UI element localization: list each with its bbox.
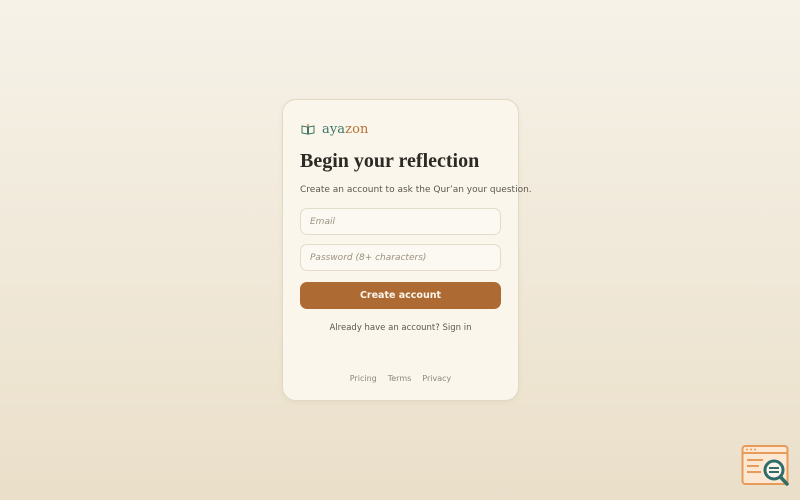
signup-card: ayazon Begin your reflection Create an a… <box>282 99 532 401</box>
signin-link[interactable]: Already have an account? Sign in <box>283 323 518 333</box>
brand-name: ayazon <box>322 122 369 137</box>
email-field[interactable] <box>301 209 500 235</box>
page-subtitle: Create an account to ask the Qur’an your… <box>300 185 532 195</box>
browser-search-icon[interactable] <box>741 444 791 488</box>
footer-links: Pricing Terms Privacy <box>283 374 518 383</box>
create-account-button[interactable]: Create account <box>300 282 501 309</box>
page-title: Begin your reflection <box>300 150 480 172</box>
email-field-wrapper <box>300 208 501 235</box>
footer-link-terms[interactable]: Terms <box>388 374 412 383</box>
brand-logo[interactable]: ayazon <box>301 120 369 139</box>
open-book-icon <box>301 120 315 139</box>
brand-name-part2: zon <box>345 122 369 137</box>
password-field-wrapper <box>300 244 501 271</box>
password-field[interactable] <box>301 245 500 271</box>
brand-name-part1: aya <box>322 122 346 137</box>
footer-link-privacy[interactable]: Privacy <box>422 374 451 383</box>
footer-link-pricing[interactable]: Pricing <box>350 374 377 383</box>
